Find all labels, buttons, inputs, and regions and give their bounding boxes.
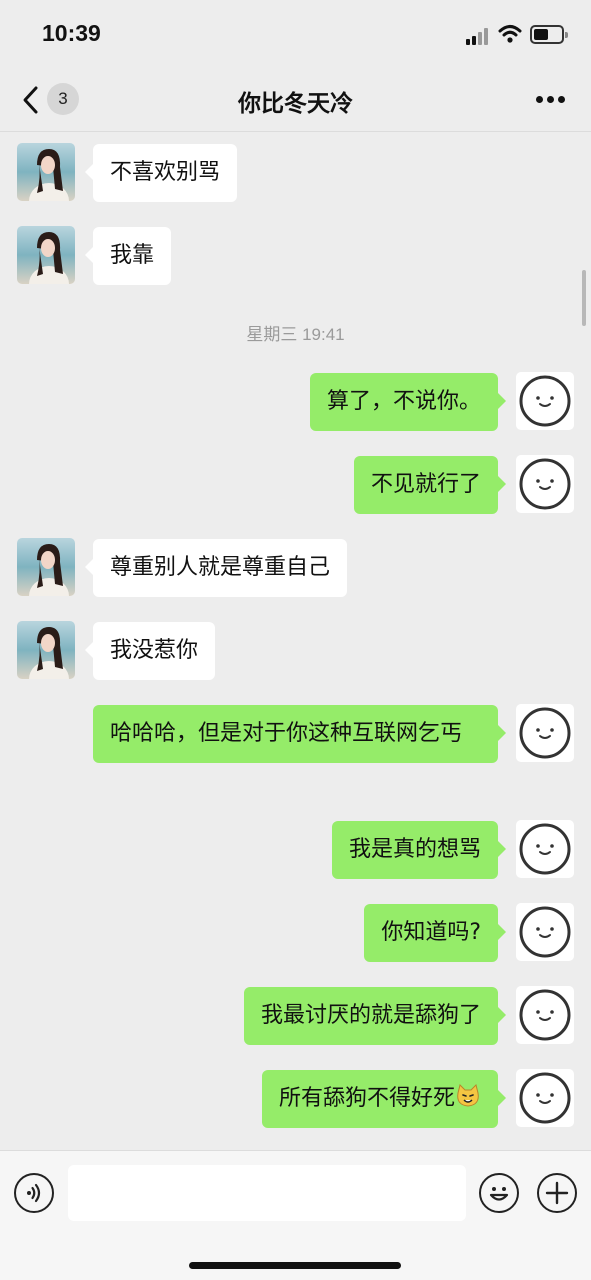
outgoing-message-bubble[interactable]: 哈哈哈，但是对于你这种互联网乞丐	[93, 705, 506, 763]
contact-avatar[interactable]	[17, 226, 75, 284]
input-bar	[0, 1150, 591, 1280]
contact-avatar[interactable]	[17, 143, 75, 201]
self-avatar-smiley-icon[interactable]	[516, 903, 574, 961]
outgoing-message-bubble[interactable]: 我是真的想骂	[331, 821, 507, 879]
contact-avatar[interactable]	[17, 621, 75, 679]
voice-button[interactable]	[14, 1173, 54, 1213]
message-input[interactable]	[68, 1165, 466, 1221]
emoji-button[interactable]	[479, 1173, 519, 1213]
battery-icon	[530, 25, 568, 44]
self-avatar-smiley-icon[interactable]	[516, 986, 574, 1044]
incoming-message-bubble[interactable]: 我靠	[84, 227, 172, 285]
outgoing-message-bubble[interactable]: 我最讨厌的就是舔狗了	[243, 987, 507, 1045]
message-text: 所有舔狗不得好死	[278, 1086, 455, 1111]
plus-icon	[545, 1181, 569, 1205]
contact-avatar[interactable]	[17, 538, 75, 596]
status-time: 10:39	[42, 20, 101, 46]
self-avatar-smiley-icon[interactable]	[516, 455, 574, 513]
outgoing-message-bubble[interactable]: 不见就行了	[353, 456, 507, 514]
self-avatar-smiley-icon[interactable]	[516, 704, 574, 762]
chat-header: 3 你比冬天冷	[0, 70, 591, 132]
outgoing-message-bubble[interactable]: 你知道吗?	[364, 904, 506, 962]
self-avatar-smiley-icon[interactable]	[516, 372, 574, 430]
smiley-icon	[489, 1187, 509, 1201]
incoming-message-bubble[interactable]: 尊重别人就是尊重自己	[84, 539, 348, 597]
incoming-message-bubble[interactable]: 我没惹你	[84, 622, 216, 680]
status-bar: 10:39	[0, 0, 591, 70]
incoming-message-bubble[interactable]: 不喜欢别骂	[84, 144, 238, 202]
cat-face-emoji-icon	[457, 1084, 479, 1107]
outgoing-message-bubble[interactable]: 所有舔狗不得好死	[261, 1070, 507, 1128]
chat-timestamp: 星期三 19:41	[246, 325, 345, 344]
voice-icon	[27, 1183, 41, 1203]
self-avatar-smiley-icon[interactable]	[516, 1069, 574, 1127]
scrollbar[interactable]	[582, 270, 586, 326]
wifi-icon	[498, 25, 522, 43]
more-dots-icon[interactable]	[536, 96, 566, 104]
outgoing-message-bubble[interactable]: 算了，不说你。	[309, 373, 507, 431]
chat-title: 你比冬天冷	[238, 91, 353, 117]
cellular-signal-icon	[466, 27, 492, 45]
home-indicator[interactable]	[189, 1262, 401, 1269]
plus-button[interactable]	[537, 1173, 577, 1213]
self-avatar-smiley-icon[interactable]	[516, 820, 574, 878]
